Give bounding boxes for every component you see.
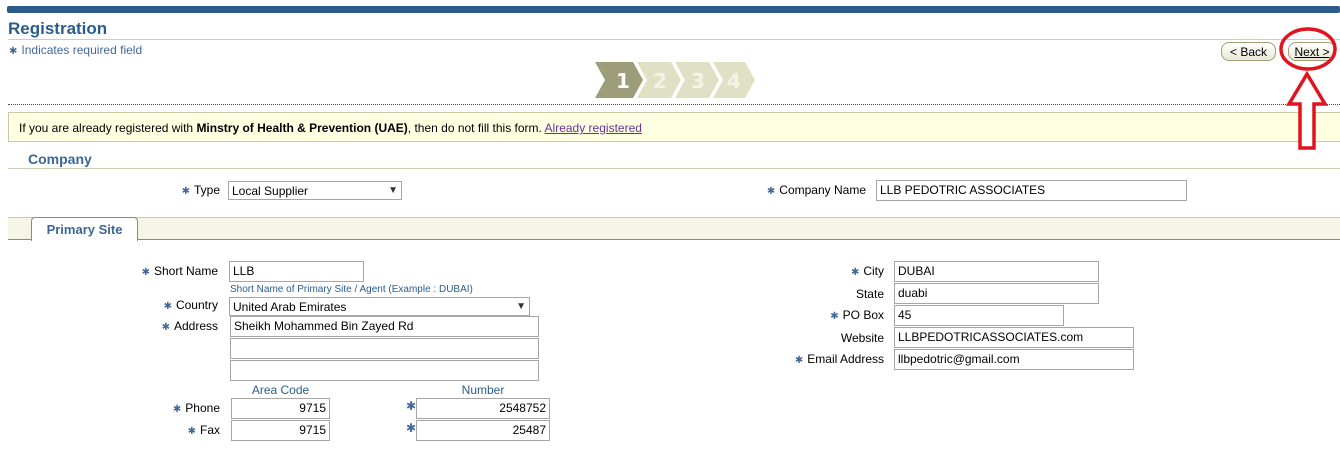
type-label: ✱ Type [170, 183, 220, 197]
website-label: Website [840, 331, 884, 345]
email-label: ✱ Email Address [760, 352, 884, 366]
registration-notice: If you are already registered with Minst… [8, 112, 1340, 142]
short-name-input[interactable]: LLB [229, 261, 364, 282]
step-train: 1 2 3 4 [595, 62, 755, 98]
state-input[interactable]: duabi [894, 283, 1099, 304]
pobox-label: ✱ PO Box [790, 308, 884, 322]
required-star-icon: ✱ [850, 267, 860, 278]
short-name-label: ✱ Short Name [120, 264, 218, 278]
address-line1-input[interactable]: Sheikh Mohammed Bin Zayed Rd [230, 316, 539, 337]
fax-label: ✱ Fax [150, 423, 220, 437]
required-star-icon: ✱ [830, 311, 839, 322]
top-banner-bar [7, 6, 1340, 13]
company-section-divider [8, 168, 1340, 169]
step-2-label: 2 [653, 69, 667, 93]
company-name-label-text: Company Name [779, 183, 866, 197]
dotted-separator [8, 104, 1340, 105]
required-star-icon: ✱ [794, 355, 804, 366]
required-star-icon: ✱ [172, 404, 182, 415]
required-field-note-text: Indicates required field [21, 43, 143, 57]
company-name-input[interactable]: LLB PEDOTRIC ASSOCIATES [876, 180, 1187, 201]
state-label: State [855, 287, 884, 301]
company-section-title: Company [28, 151, 92, 167]
required-star-icon: ✱ [187, 426, 196, 437]
phone-label-text: Phone [185, 401, 220, 415]
tab-bar-baseline [8, 239, 1340, 240]
already-registered-link[interactable]: Already registered [545, 121, 642, 135]
required-star-icon: ✱ [766, 186, 776, 197]
required-star-icon: ✱ [161, 322, 170, 333]
address-label-text: Address [173, 319, 218, 333]
required-star-icon: ✱ [181, 186, 190, 197]
next-button[interactable]: Next > [1288, 42, 1336, 61]
pobox-input[interactable]: 45 [894, 305, 1064, 326]
required-star-icon: ✱ [141, 267, 150, 278]
country-label-text: Country [175, 298, 218, 312]
title-divider [8, 39, 1340, 40]
required-star-icon: ✱ [163, 301, 172, 312]
fax-label-text: Fax [199, 423, 220, 437]
notice-org: Minstry of Health & Prevention (UAE) [196, 121, 408, 135]
city-label: ✱ City [790, 264, 884, 278]
country-select[interactable]: United Arab Emirates ▼ [229, 297, 530, 316]
step-3-label: 3 [691, 69, 705, 93]
address-label: ✱ Address [140, 319, 218, 333]
phone-number-input[interactable]: 2548752 [416, 398, 550, 419]
address-line2-input[interactable] [230, 338, 539, 359]
website-input[interactable]: LLBPEDOTRICASSOCIATES.com [894, 327, 1134, 348]
email-input[interactable]: llbpedotric@gmail.com [894, 349, 1134, 370]
city-label-text: City [863, 264, 884, 278]
tab-primary-site[interactable]: Primary Site [31, 217, 138, 241]
country-select-value: United Arab Emirates [233, 299, 347, 314]
required-star-icon: ✱ [9, 46, 18, 57]
chevron-down-icon: ▼ [388, 185, 398, 196]
phone-area-code-input[interactable]: 9715 [231, 398, 330, 419]
tab-bar [8, 217, 1340, 239]
city-input[interactable]: DUBAI [894, 261, 1099, 282]
page-title: Registration [8, 19, 108, 38]
back-button[interactable]: < Back [1221, 42, 1276, 61]
required-field-note: ✱ Indicates required field [9, 43, 142, 57]
phone-label: ✱ Phone [150, 401, 220, 415]
short-name-hint: Short Name of Primary Site / Agent (Exam… [230, 284, 473, 295]
short-name-label-text: Short Name [153, 264, 218, 278]
step-4-label: 4 [727, 69, 741, 93]
email-label-text: Email Address [807, 352, 884, 366]
company-name-label: ✱ Company Name [720, 183, 866, 197]
chevron-down-icon: ▼ [516, 301, 526, 312]
country-label: ✱ Country [140, 298, 218, 312]
type-label-text: Type [193, 183, 220, 197]
fax-number-input[interactable]: 25487 [416, 420, 550, 441]
notice-suffix: , then do not fill this form. [407, 121, 542, 135]
type-select[interactable]: Local Supplier ▼ [228, 181, 402, 200]
number-header: Number [461, 383, 505, 397]
area-code-header: Area Code [251, 383, 310, 397]
type-select-value: Local Supplier [232, 183, 309, 198]
fax-area-code-input[interactable]: 9715 [231, 420, 330, 441]
step-1-label: 1 [616, 69, 630, 93]
pobox-label-text: PO Box [842, 308, 884, 322]
address-line3-input[interactable] [230, 360, 539, 381]
notice-prefix: If you are already registered with [19, 121, 194, 135]
